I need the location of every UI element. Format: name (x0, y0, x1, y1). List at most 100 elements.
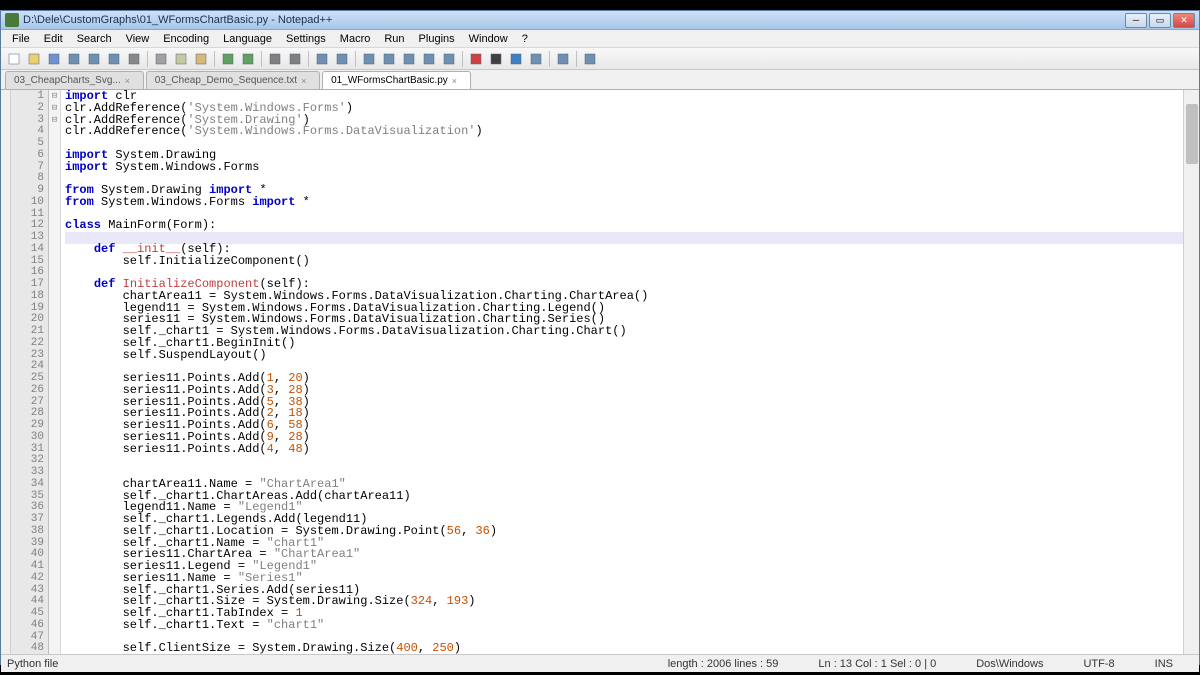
menu-file[interactable]: File (5, 31, 37, 47)
vertical-scrollbar[interactable] (1183, 90, 1199, 654)
save-button[interactable] (45, 50, 63, 68)
tab-2[interactable]: 01_WFormsChartBasic.py × (322, 71, 471, 89)
menu-macro[interactable]: Macro (333, 31, 378, 47)
line-number: 18 (11, 291, 44, 303)
code-line[interactable]: from System.Windows.Forms import * (65, 197, 1195, 209)
redo-button[interactable] (239, 50, 257, 68)
play-button[interactable] (507, 50, 525, 68)
code-line[interactable] (65, 455, 1195, 467)
close-all-button[interactable] (105, 50, 123, 68)
wrap-button[interactable] (360, 50, 378, 68)
code-line[interactable]: self.ClientSize = System.Drawing.Size(40… (65, 643, 1195, 654)
fold-button[interactable] (420, 50, 438, 68)
line-number: 1 (11, 91, 44, 103)
toolbar-separator (355, 51, 356, 67)
wrap-icon (362, 52, 376, 66)
menu-plugins[interactable]: Plugins (412, 31, 462, 47)
plugin-icon (583, 52, 597, 66)
paste-button[interactable] (192, 50, 210, 68)
line-number: 48 (11, 643, 44, 655)
status-position: Ln : 13 Col : 1 Sel : 0 | 0 (798, 658, 956, 670)
code-line[interactable]: self.SuspendLayout() (65, 350, 1195, 362)
print-button[interactable] (125, 50, 143, 68)
line-number: 25 (11, 373, 44, 385)
tab-label: 01_WFormsChartBasic.py (331, 75, 448, 86)
line-number: 34 (11, 479, 44, 491)
code-line[interactable]: self.InitializeComponent() (65, 256, 1195, 268)
fold-toggle-icon[interactable]: ⊟ (49, 91, 60, 103)
close-button[interactable]: ✕ (1173, 13, 1195, 28)
line-number: 2 (11, 103, 44, 115)
all-chars-button[interactable] (380, 50, 398, 68)
indent-button[interactable] (400, 50, 418, 68)
line-number: 22 (11, 338, 44, 350)
save-all-button[interactable] (65, 50, 83, 68)
code-line[interactable] (65, 209, 1195, 221)
maximize-button[interactable]: ▭ (1149, 13, 1171, 28)
record-icon (469, 52, 483, 66)
find-button[interactable] (266, 50, 284, 68)
open-button[interactable] (25, 50, 43, 68)
tab-1[interactable]: 03_Cheap_Demo_Sequence.txt× (146, 71, 320, 89)
menubar: FileEditSearchViewEncodingLanguageSettin… (1, 30, 1199, 48)
play-multi-button[interactable] (527, 50, 545, 68)
zoom-out-button[interactable] (333, 50, 351, 68)
menu-window[interactable]: Window (462, 31, 515, 47)
unfold-button[interactable] (440, 50, 458, 68)
close-button[interactable] (85, 50, 103, 68)
code-line[interactable] (65, 232, 1195, 244)
toolbar (1, 48, 1199, 70)
line-number: 5 (11, 138, 44, 150)
line-number: 41 (11, 561, 44, 573)
fold-icon (422, 52, 436, 66)
code-line[interactable]: clr.AddReference('System.Windows.Forms.D… (65, 126, 1195, 138)
fold-toggle-icon[interactable]: ⊟ (49, 103, 60, 115)
line-number: 29 (11, 420, 44, 432)
copy-icon (174, 52, 188, 66)
toolbar-separator (576, 51, 577, 67)
menu-settings[interactable]: Settings (279, 31, 333, 47)
new-button[interactable] (5, 50, 23, 68)
tab-close-icon[interactable]: × (125, 76, 135, 86)
menu-edit[interactable]: Edit (37, 31, 70, 47)
menu-help[interactable]: ? (515, 31, 535, 47)
stop-button[interactable] (487, 50, 505, 68)
line-number: 9 (11, 185, 44, 197)
tab-close-icon[interactable]: × (452, 76, 462, 86)
code-line[interactable]: self._chart1.Text = "chart1" (65, 620, 1195, 632)
code-text-area[interactable]: import clrclr.AddReference('System.Windo… (61, 90, 1199, 654)
open-icon (27, 52, 41, 66)
record-button[interactable] (467, 50, 485, 68)
indent-icon (402, 52, 416, 66)
close-all-icon (107, 52, 121, 66)
new-icon (7, 52, 21, 66)
tab-label: 03_CheapCharts_Svg... (14, 75, 121, 86)
undo-button[interactable] (219, 50, 237, 68)
code-line[interactable] (65, 138, 1195, 150)
save-icon (47, 52, 61, 66)
tab-0[interactable]: 03_CheapCharts_Svg... × (5, 71, 144, 89)
line-number: 46 (11, 620, 44, 632)
menu-language[interactable]: Language (216, 31, 279, 47)
menu-view[interactable]: View (119, 31, 157, 47)
menu-search[interactable]: Search (70, 31, 119, 47)
plugin-button[interactable] (581, 50, 599, 68)
copy-button[interactable] (172, 50, 190, 68)
toolbar-separator (147, 51, 148, 67)
minimize-button[interactable]: ─ (1125, 13, 1147, 28)
line-number: 37 (11, 514, 44, 526)
bookmark-button[interactable] (554, 50, 572, 68)
status-filetype: Python file (7, 658, 58, 670)
code-line[interactable]: class MainForm(Form): (65, 220, 1195, 232)
zoom-in-button[interactable] (313, 50, 331, 68)
cut-button[interactable] (152, 50, 170, 68)
statusbar: Python file length : 2006 lines : 59 Ln … (1, 654, 1199, 672)
code-line[interactable]: series11.Points.Add(4, 48) (65, 444, 1195, 456)
replace-button[interactable] (286, 50, 304, 68)
tab-close-icon[interactable]: × (301, 76, 311, 86)
code-line[interactable]: import System.Windows.Forms (65, 162, 1195, 174)
menu-run[interactable]: Run (377, 31, 411, 47)
undo-icon (221, 52, 235, 66)
menu-encoding[interactable]: Encoding (156, 31, 216, 47)
fold-toggle-icon[interactable]: ⊟ (49, 115, 60, 127)
